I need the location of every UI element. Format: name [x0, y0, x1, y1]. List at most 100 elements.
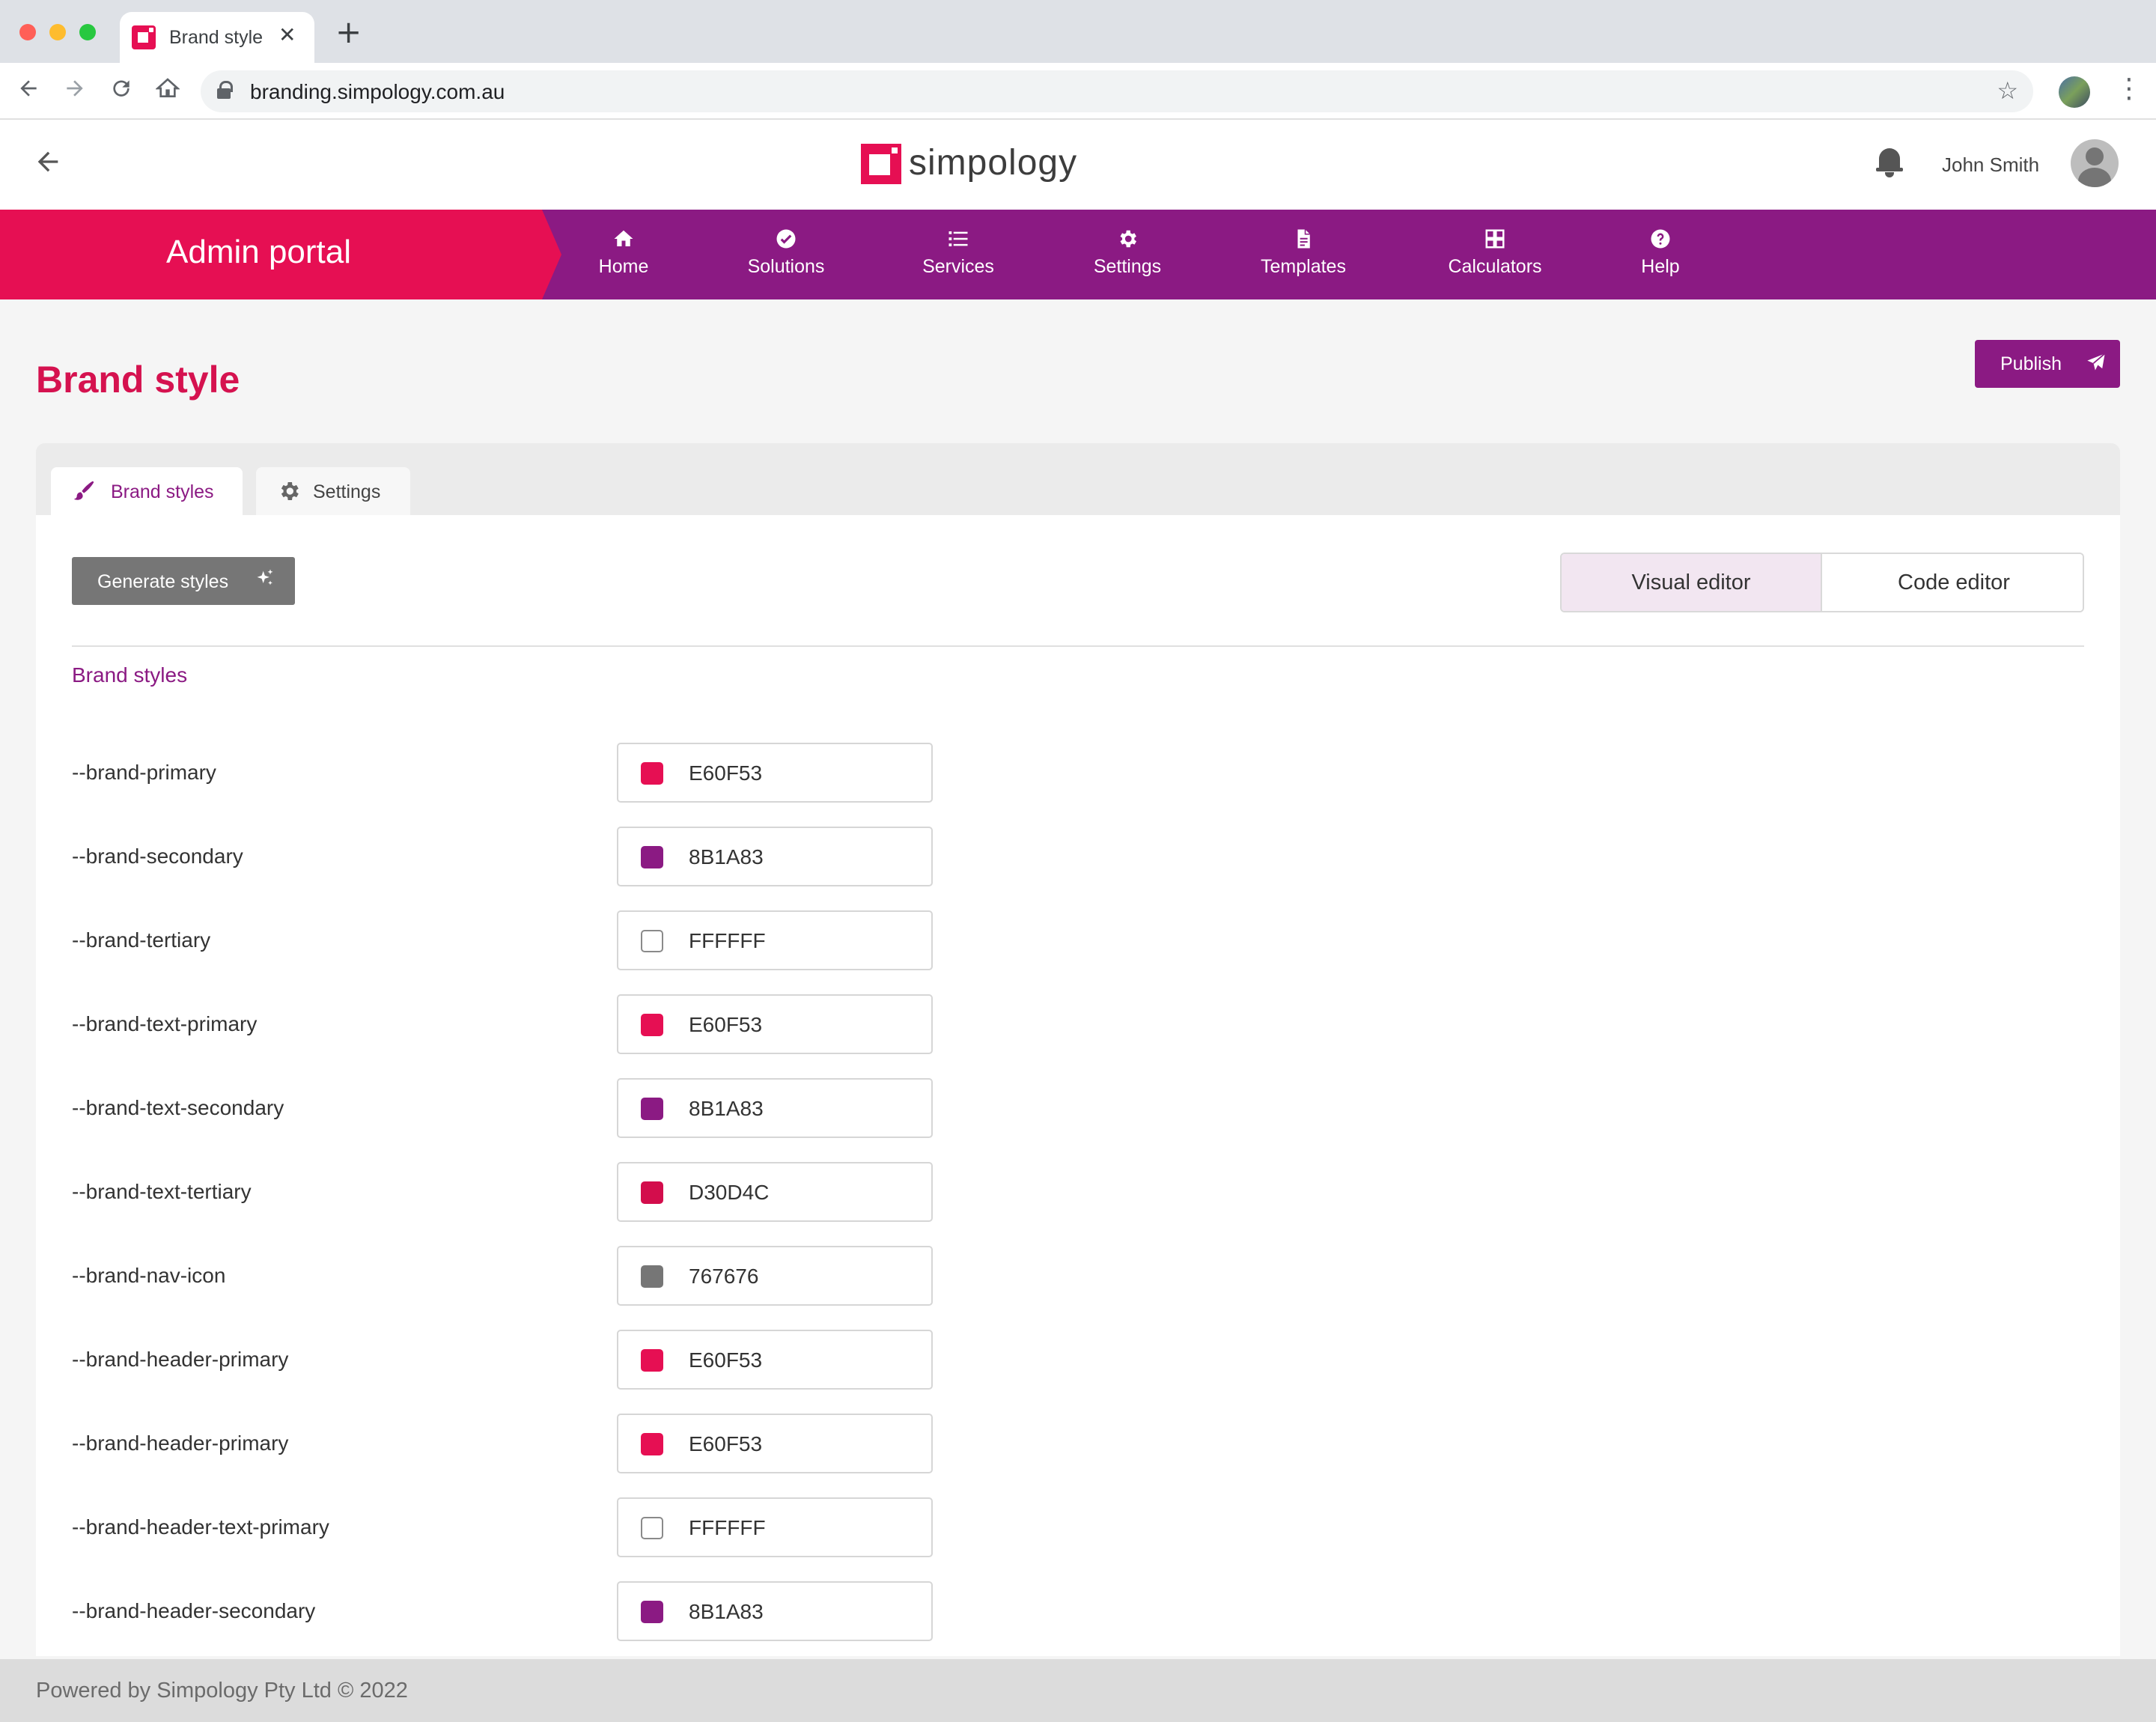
new-tab-button[interactable]: + [335, 16, 362, 48]
nav-item-solutions[interactable]: Solutions [737, 228, 835, 287]
nav-item-label: Home [598, 256, 649, 277]
browser-tab-title: Brand style [169, 27, 264, 48]
lock-icon [217, 81, 233, 99]
back-arrow-icon[interactable] [33, 147, 63, 182]
paintbrush-icon [72, 479, 96, 508]
nav-item-label: Solutions [747, 256, 825, 277]
editor-mode-toggle: Visual editor Code editor [1560, 553, 2084, 612]
nav-item-services[interactable]: Services [913, 228, 1003, 287]
color-swatch[interactable] [641, 1433, 663, 1455]
color-input[interactable]: E60F53 [617, 1414, 933, 1473]
document-icon [1255, 228, 1352, 250]
tab-close-icon[interactable]: ✕ [278, 22, 296, 47]
style-variable-name: --brand-header-primary [72, 1432, 289, 1455]
color-input[interactable]: 8B1A83 [617, 827, 933, 886]
back-icon[interactable] [16, 76, 40, 105]
user-avatar[interactable] [2071, 139, 2119, 187]
color-hex-value: FFFFFF [689, 1516, 766, 1539]
color-hex-value: E60F53 [689, 761, 763, 785]
color-input[interactable]: E60F53 [617, 994, 933, 1054]
color-swatch[interactable] [641, 846, 663, 868]
style-variable-name: --brand-header-text-primary [72, 1515, 329, 1539]
sparkle-icon [255, 568, 275, 592]
color-swatch[interactable] [641, 1265, 663, 1288]
style-variable-name: --brand-text-tertiary [72, 1180, 252, 1203]
home-icon [585, 228, 663, 250]
nav-item-help[interactable]: Help [1632, 228, 1689, 287]
color-swatch[interactable] [641, 1517, 663, 1539]
style-variable-name: --brand-header-primary [72, 1348, 289, 1371]
main-navigation: Admin portal Home Solutions Services Set… [0, 210, 2156, 299]
color-swatch[interactable] [641, 762, 663, 785]
color-swatch[interactable] [641, 930, 663, 952]
favicon-icon [132, 25, 156, 49]
style-variable-name: --brand-primary [72, 761, 216, 784]
maximize-window-button[interactable] [79, 24, 96, 40]
nav-item-label: Calculators [1448, 256, 1542, 277]
style-row: --brand-text-secondary 8B1A83 [72, 1078, 933, 1138]
color-swatch[interactable] [641, 1349, 663, 1372]
color-input[interactable]: E60F53 [617, 1330, 933, 1390]
color-input[interactable]: E60F53 [617, 743, 933, 803]
user-name[interactable]: John Smith [1942, 153, 2039, 177]
color-input[interactable]: 8B1A83 [617, 1078, 933, 1138]
style-row: --brand-tertiary FFFFFF [72, 910, 933, 970]
page-footer: Powered by Simpology Pty Ltd © 2022 [0, 1659, 2156, 1722]
color-input[interactable]: FFFFFF [617, 910, 933, 970]
style-variable-name: --brand-secondary [72, 845, 243, 868]
style-row: --brand-primary E60F53 [72, 743, 933, 803]
color-input[interactable]: 8B1A83 [617, 1581, 933, 1641]
forward-icon[interactable] [63, 76, 87, 105]
app-header: simpology John Smith [0, 120, 2156, 210]
tab-settings-label: Settings [313, 481, 381, 502]
browser-menu-icon[interactable]: ⋮ [2116, 73, 2143, 104]
style-variable-name: --brand-text-primary [72, 1012, 258, 1035]
color-swatch[interactable] [641, 1014, 663, 1036]
nav-item-home[interactable]: Home [585, 228, 663, 287]
divider [72, 645, 2084, 647]
color-hex-value: E60F53 [689, 1432, 763, 1455]
tab-settings[interactable]: Settings [256, 467, 410, 515]
code-editor-button[interactable]: Code editor [1824, 554, 2083, 611]
color-hex-value: E60F53 [689, 1013, 763, 1036]
color-swatch[interactable] [641, 1181, 663, 1204]
color-hex-value: 8B1A83 [689, 1600, 764, 1623]
color-swatch[interactable] [641, 1098, 663, 1120]
bell-icon[interactable] [1875, 147, 1904, 180]
color-input[interactable]: D30D4C [617, 1162, 933, 1222]
nav-item-settings[interactable]: Settings [1084, 228, 1171, 287]
logo-mark-icon [861, 144, 901, 184]
nav-item-label: Help [1641, 256, 1680, 277]
color-input[interactable]: FFFFFF [617, 1497, 933, 1557]
logo-text: simpology [909, 143, 1078, 183]
check-circle-icon [737, 228, 835, 250]
style-row: --brand-header-primary E60F53 [72, 1414, 933, 1473]
visual-editor-button[interactable]: Visual editor [1562, 554, 1822, 611]
nav-item-calculators[interactable]: Calculators [1442, 228, 1548, 287]
color-input[interactable]: 767676 [617, 1246, 933, 1306]
section-title: Brand styles [72, 663, 188, 687]
color-swatch[interactable] [641, 1601, 663, 1623]
nav-item-templates[interactable]: Templates [1255, 228, 1352, 287]
style-row: --brand-header-text-primary FFFFFF [72, 1497, 933, 1557]
gear-icon [1084, 228, 1171, 250]
style-variable-name: --brand-nav-icon [72, 1264, 226, 1287]
browser-tab-strip: Brand style ✕ + [0, 0, 2156, 63]
address-bar[interactable]: branding.simpology.com.au ☆ [201, 70, 2033, 112]
admin-portal-banner: Admin portal [0, 210, 561, 299]
generate-styles-button[interactable]: Generate styles [72, 557, 295, 605]
style-row: --brand-header-primary E60F53 [72, 1330, 933, 1390]
tab-brand-styles[interactable]: Brand styles [51, 467, 243, 515]
brand-styles-content: Generate styles Visual editor Code edito… [36, 515, 2120, 1656]
close-window-button[interactable] [19, 24, 36, 40]
reload-icon[interactable] [109, 76, 133, 105]
browser-tab[interactable]: Brand style ✕ [120, 12, 314, 63]
nav-item-label: Templates [1261, 256, 1346, 277]
publish-button[interactable]: Publish [1975, 340, 2120, 388]
bookmark-star-icon[interactable]: ☆ [1997, 76, 2018, 105]
style-row: --brand-text-primary E60F53 [72, 994, 933, 1054]
browser-profile-avatar[interactable] [2059, 76, 2090, 108]
brand-style-panel: Brand styles Settings Generate styles Vi… [36, 443, 2120, 1656]
home-browser-icon[interactable] [155, 76, 180, 105]
minimize-window-button[interactable] [49, 24, 66, 40]
